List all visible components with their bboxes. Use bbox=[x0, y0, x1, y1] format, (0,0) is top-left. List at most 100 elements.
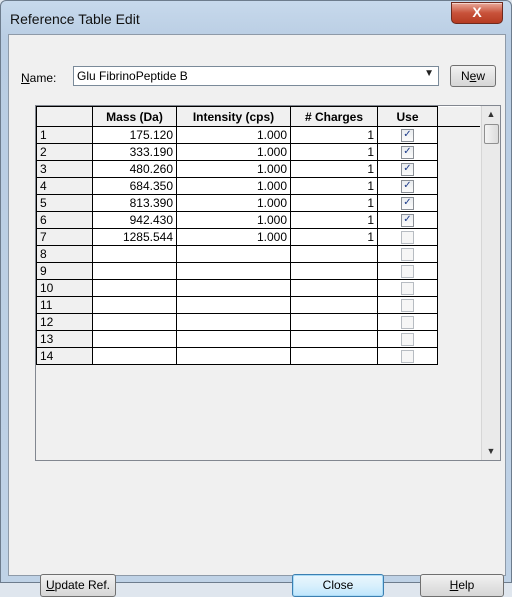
use-checkbox[interactable] bbox=[401, 248, 414, 262]
mass-cell[interactable] bbox=[92, 313, 177, 331]
use-checkbox[interactable] bbox=[401, 265, 414, 279]
use-checkbox[interactable]: ✓ bbox=[401, 163, 414, 177]
intensity-cell[interactable]: 1.000 bbox=[176, 160, 291, 178]
chevron-down-icon[interactable]: ▼ bbox=[424, 68, 434, 79]
table-row[interactable]: 3 480.260 1.000 1 ✓ bbox=[36, 160, 480, 178]
mass-cell[interactable] bbox=[92, 279, 177, 297]
charges-cell[interactable] bbox=[290, 279, 378, 297]
row-number-cell[interactable]: 6 bbox=[36, 211, 93, 229]
vertical-scrollbar[interactable]: ▲ ▼ bbox=[481, 106, 500, 460]
title-bar[interactable]: Reference Table Edit X bbox=[1, 1, 511, 35]
intensity-cell[interactable]: 1.000 bbox=[176, 228, 291, 246]
new-button[interactable]: New bbox=[450, 65, 496, 87]
use-checkbox[interactable]: ✓ bbox=[401, 197, 414, 211]
row-number-cell[interactable]: 3 bbox=[36, 160, 93, 178]
table-row[interactable]: 10 bbox=[36, 279, 480, 297]
charges-cell[interactable] bbox=[290, 262, 378, 280]
mass-cell[interactable]: 813.390 bbox=[92, 194, 177, 212]
intensity-cell[interactable] bbox=[176, 313, 291, 331]
mass-cell[interactable]: 942.430 bbox=[92, 211, 177, 229]
row-number-cell[interactable]: 8 bbox=[36, 245, 93, 263]
mass-cell[interactable] bbox=[92, 330, 177, 348]
charges-cell[interactable] bbox=[290, 313, 378, 331]
use-checkbox[interactable] bbox=[401, 350, 414, 364]
intensity-cell[interactable]: 1.000 bbox=[176, 126, 291, 144]
row-number-cell[interactable]: 2 bbox=[36, 143, 93, 161]
mass-cell[interactable] bbox=[92, 296, 177, 314]
row-number-cell[interactable]: 7 bbox=[36, 228, 93, 246]
row-number-cell[interactable]: 10 bbox=[36, 279, 93, 297]
table-row[interactable]: 14 bbox=[36, 347, 480, 365]
row-number-cell[interactable]: 4 bbox=[36, 177, 93, 195]
intensity-cell[interactable]: 1.000 bbox=[176, 177, 291, 195]
intensity-cell[interactable] bbox=[176, 279, 291, 297]
mass-cell[interactable]: 684.350 bbox=[92, 177, 177, 195]
row-number-cell[interactable]: 13 bbox=[36, 330, 93, 348]
charges-cell[interactable]: 1 bbox=[290, 211, 378, 229]
row-number-cell[interactable]: 9 bbox=[36, 262, 93, 280]
table-row[interactable]: 5 813.390 1.000 1 ✓ bbox=[36, 194, 480, 212]
use-checkbox[interactable]: ✓ bbox=[401, 129, 414, 143]
use-checkbox[interactable]: ✓ bbox=[401, 214, 414, 228]
intensity-cell[interactable] bbox=[176, 347, 291, 365]
column-header-charges[interactable]: # Charges bbox=[290, 106, 378, 127]
charges-cell[interactable]: 1 bbox=[290, 177, 378, 195]
intensity-cell[interactable]: 1.000 bbox=[176, 143, 291, 161]
mass-cell[interactable]: 1285.544 bbox=[92, 228, 177, 246]
help-button[interactable]: Help bbox=[420, 574, 504, 597]
use-checkbox[interactable]: ✓ bbox=[401, 180, 414, 194]
charges-cell[interactable]: 1 bbox=[290, 143, 378, 161]
table-row[interactable]: 8 bbox=[36, 245, 480, 263]
charges-cell[interactable] bbox=[290, 347, 378, 365]
scroll-up-icon[interactable]: ▲ bbox=[482, 106, 500, 123]
scrollbar-thumb[interactable] bbox=[484, 124, 499, 144]
row-number-cell[interactable]: 14 bbox=[36, 347, 93, 365]
mass-cell[interactable]: 480.260 bbox=[92, 160, 177, 178]
mass-cell[interactable] bbox=[92, 262, 177, 280]
use-checkbox[interactable] bbox=[401, 282, 414, 296]
mass-cell[interactable] bbox=[92, 245, 177, 263]
intensity-cell[interactable] bbox=[176, 245, 291, 263]
charges-cell[interactable] bbox=[290, 245, 378, 263]
row-number-cell[interactable]: 1 bbox=[36, 126, 93, 144]
use-checkbox[interactable] bbox=[401, 299, 414, 313]
mass-cell[interactable]: 333.190 bbox=[92, 143, 177, 161]
table-row[interactable]: 11 bbox=[36, 296, 480, 314]
intensity-cell[interactable] bbox=[176, 330, 291, 348]
update-ref-button[interactable]: Update Ref. bbox=[40, 574, 116, 597]
table-row[interactable]: 9 bbox=[36, 262, 480, 280]
table-row[interactable]: 13 bbox=[36, 330, 480, 348]
table-row[interactable]: 7 1285.544 1.000 1 bbox=[36, 228, 480, 246]
reference-table[interactable]: Mass (Da) Intensity (cps) # Charges Use … bbox=[35, 105, 501, 461]
table-row[interactable]: 6 942.430 1.000 1 ✓ bbox=[36, 211, 480, 229]
column-header-use[interactable]: Use bbox=[377, 106, 438, 127]
charges-cell[interactable]: 1 bbox=[290, 228, 378, 246]
close-button[interactable]: Close bbox=[292, 574, 384, 597]
window-close-button[interactable]: X bbox=[451, 2, 503, 24]
charges-cell[interactable]: 1 bbox=[290, 194, 378, 212]
row-number-cell[interactable]: 5 bbox=[36, 194, 93, 212]
table-row[interactable]: 4 684.350 1.000 1 ✓ bbox=[36, 177, 480, 195]
intensity-cell[interactable] bbox=[176, 296, 291, 314]
use-checkbox[interactable] bbox=[401, 316, 414, 330]
charges-cell[interactable]: 1 bbox=[290, 160, 378, 178]
intensity-cell[interactable]: 1.000 bbox=[176, 194, 291, 212]
column-header-intensity[interactable]: Intensity (cps) bbox=[176, 106, 291, 127]
name-dropdown[interactable]: Glu FibrinoPeptide B ▼ bbox=[73, 66, 439, 86]
column-header-mass[interactable]: Mass (Da) bbox=[92, 106, 177, 127]
scroll-down-icon[interactable]: ▼ bbox=[482, 443, 500, 460]
row-number-cell[interactable]: 11 bbox=[36, 296, 93, 314]
row-number-cell[interactable]: 12 bbox=[36, 313, 93, 331]
mass-cell[interactable] bbox=[92, 347, 177, 365]
use-checkbox[interactable]: ✓ bbox=[401, 146, 414, 160]
charges-cell[interactable]: 1 bbox=[290, 126, 378, 144]
charges-cell[interactable] bbox=[290, 296, 378, 314]
table-row[interactable]: 1 175.120 1.000 1 ✓ bbox=[36, 126, 480, 144]
intensity-cell[interactable]: 1.000 bbox=[176, 211, 291, 229]
mass-cell[interactable]: 175.120 bbox=[92, 126, 177, 144]
charges-cell[interactable] bbox=[290, 330, 378, 348]
table-row[interactable]: 2 333.190 1.000 1 ✓ bbox=[36, 143, 480, 161]
table-row[interactable]: 12 bbox=[36, 313, 480, 331]
intensity-cell[interactable] bbox=[176, 262, 291, 280]
use-checkbox[interactable] bbox=[401, 333, 414, 347]
